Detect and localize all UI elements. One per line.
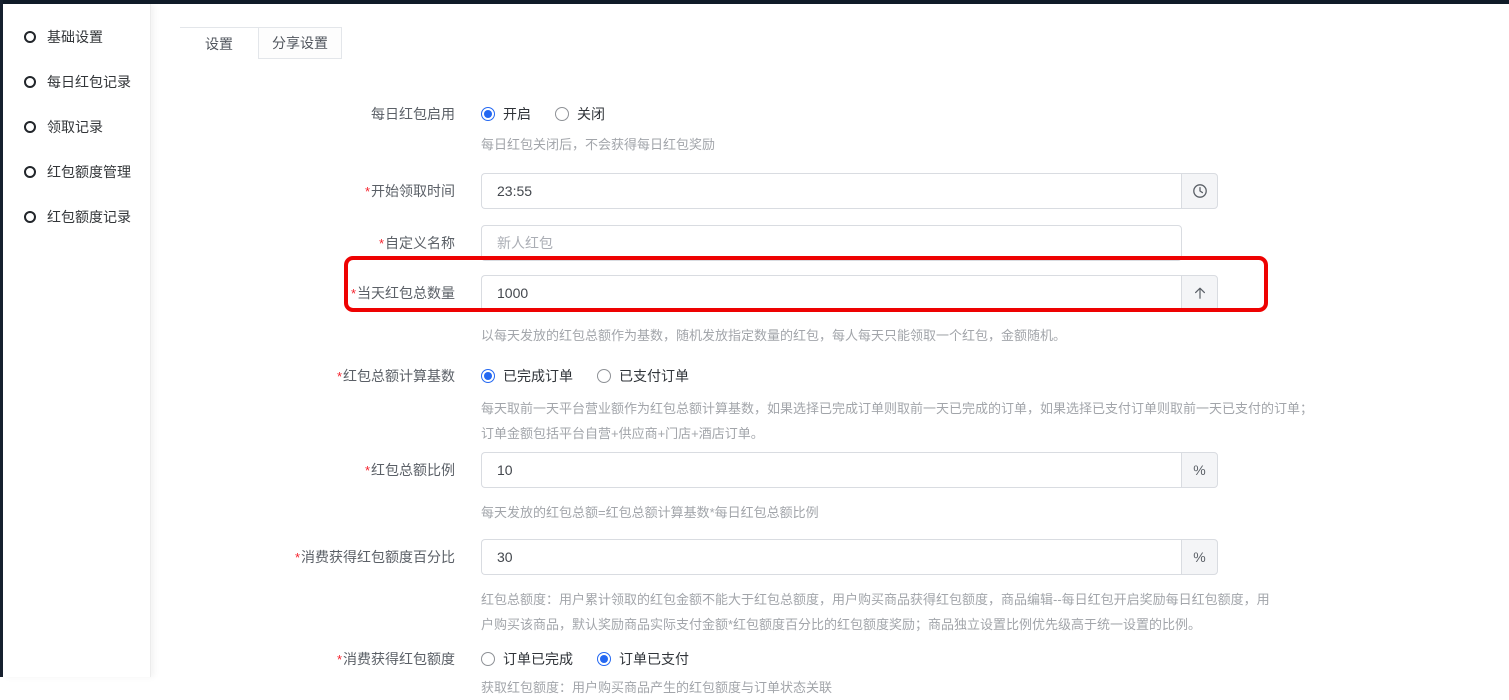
- field-label: *自定义名称: [152, 225, 455, 253]
- field-label: *消费获得红包额度百分比: [152, 539, 455, 567]
- radio-label: 关闭: [577, 104, 605, 124]
- form-row-custom-name: *自定义名称: [152, 225, 1509, 261]
- form-row-daily-enable: 每日红包启用 开启 关闭 每日红包关闭后，不会获得每日红包奖励: [152, 104, 1509, 157]
- form-row-total-base: *红包总额计算基数 已完成订单 已支付订单 每天取前一天平台营业额作为红包总额计…: [152, 366, 1509, 446]
- required-asterisk: *: [337, 369, 342, 384]
- settings-form: 每日红包启用 开启 关闭 每日红包关闭后，不会获得每日红包奖励 *开始领取时间: [152, 104, 1509, 700]
- radio-checked-icon: [481, 107, 495, 121]
- required-asterisk: *: [365, 463, 370, 478]
- radio-option-order-completed[interactable]: 订单已完成: [481, 649, 573, 669]
- required-asterisk: *: [295, 550, 300, 565]
- arrow-up-icon[interactable]: [1181, 275, 1218, 311]
- sidebar-item-label: 红包额度记录: [47, 207, 131, 227]
- field-help-text: 获取红包额度：用户购买商品产生的红包额度与订单状态关联: [481, 675, 1509, 700]
- field-help-text: 每天发放的红包总额=红包总额计算基数*每日红包总额比例: [481, 500, 1509, 525]
- required-asterisk: *: [337, 652, 342, 667]
- radio-checked-icon: [597, 652, 611, 666]
- window-top-edge: [0, 0, 1509, 4]
- form-row-total-ratio: *红包总额比例 % 每天发放的红包总额=红包总额计算基数*每日红包总额比例: [152, 452, 1509, 525]
- field-help-text: 以每天发放的红包总额作为基数，随机发放指定数量的红包，每人每天只能领取一个红包，…: [481, 323, 1509, 348]
- main-content: 设置 分享设置 每日红包启用 开启 关闭 每日红包关闭后，不会获得每日红包奖励: [152, 4, 1509, 677]
- sidebar-item-label: 每日红包记录: [47, 72, 131, 92]
- field-help-text: 每天取前一天平台营业额作为红包总额计算基数，如果选择已完成订单则取前一天已完成的…: [481, 396, 1509, 446]
- circle-icon: [24, 121, 36, 133]
- percent-suffix: %: [1181, 539, 1218, 575]
- percent-suffix: %: [1181, 452, 1218, 488]
- radio-option-order-paid[interactable]: 订单已支付: [597, 649, 689, 669]
- sidebar-item-label: 领取记录: [47, 117, 103, 137]
- radio-option-completed-order[interactable]: 已完成订单: [481, 366, 573, 386]
- required-asterisk: *: [365, 184, 370, 199]
- circle-icon: [24, 76, 36, 88]
- required-asterisk: *: [351, 286, 356, 301]
- field-label: *红包总额计算基数: [152, 366, 455, 386]
- required-asterisk: *: [379, 236, 384, 251]
- radio-option-enable-off[interactable]: 关闭: [555, 104, 605, 124]
- radio-label: 已支付订单: [619, 366, 689, 386]
- radio-option-paid-order[interactable]: 已支付订单: [597, 366, 689, 386]
- field-help-text: 每日红包关闭后，不会获得每日红包奖励: [481, 132, 1509, 157]
- start-time-input[interactable]: [481, 173, 1181, 209]
- sidebar-item-label: 红包额度管理: [47, 162, 131, 182]
- radio-unchecked-icon: [597, 369, 611, 383]
- field-label: *红包总额比例: [152, 452, 455, 480]
- field-label: *消费获得红包额度: [152, 649, 455, 669]
- sidebar-item-daily-redpacket-record[interactable]: 每日红包记录: [3, 59, 150, 104]
- field-help-text: 红包总额度：用户累计领取的红包金额不能大于红包总额度，用户购买商品获得红包额度，…: [481, 587, 1509, 637]
- tab-settings[interactable]: 设置: [180, 28, 258, 59]
- radio-label: 订单已支付: [619, 649, 689, 669]
- sidebar-item-label: 基础设置: [47, 27, 103, 47]
- radio-checked-icon: [481, 369, 495, 383]
- sidebar-item-quota-management[interactable]: 红包额度管理: [3, 149, 150, 194]
- window-left-edge: [0, 0, 3, 677]
- clock-icon[interactable]: [1181, 173, 1218, 209]
- custom-name-input[interactable]: [481, 225, 1182, 261]
- radio-label: 订单已完成: [503, 649, 573, 669]
- radio-unchecked-icon: [481, 652, 495, 666]
- radio-option-enable-on[interactable]: 开启: [481, 104, 531, 124]
- sidebar-item-claim-record[interactable]: 领取记录: [3, 104, 150, 149]
- sidebar: 基础设置 每日红包记录 领取记录 红包额度管理 红包额度记录: [3, 4, 151, 677]
- field-label: 每日红包启用: [152, 104, 455, 123]
- form-row-consume-quota: *消费获得红包额度 订单已完成 订单已支付 获取红包额度：用户购买商品产生的红包…: [152, 649, 1509, 700]
- total-ratio-input[interactable]: [481, 452, 1181, 488]
- field-label: *当天红包总数量: [152, 275, 455, 303]
- sidebar-item-quota-record[interactable]: 红包额度记录: [3, 194, 150, 239]
- radio-label: 已完成订单: [503, 366, 573, 386]
- circle-icon: [24, 166, 36, 178]
- consume-percent-input[interactable]: [481, 539, 1181, 575]
- tab-share-settings[interactable]: 分享设置: [258, 28, 342, 59]
- radio-unchecked-icon: [555, 107, 569, 121]
- tab-bar: 设置 分享设置: [180, 27, 342, 59]
- form-row-start-time: *开始领取时间: [152, 173, 1509, 209]
- form-row-daily-count: *当天红包总数量 以每天发放的红包总额作为基数，随机发放指定数量的红包，每人每天…: [152, 275, 1509, 348]
- daily-count-input[interactable]: [481, 275, 1181, 311]
- circle-icon: [24, 211, 36, 223]
- field-label: *开始领取时间: [152, 173, 455, 201]
- sidebar-item-basic-settings[interactable]: 基础设置: [3, 14, 150, 59]
- radio-label: 开启: [503, 104, 531, 124]
- circle-icon: [24, 31, 36, 43]
- form-row-consume-percent: *消费获得红包额度百分比 % 红包总额度：用户累计领取的红包金额不能大于红包总额…: [152, 539, 1509, 637]
